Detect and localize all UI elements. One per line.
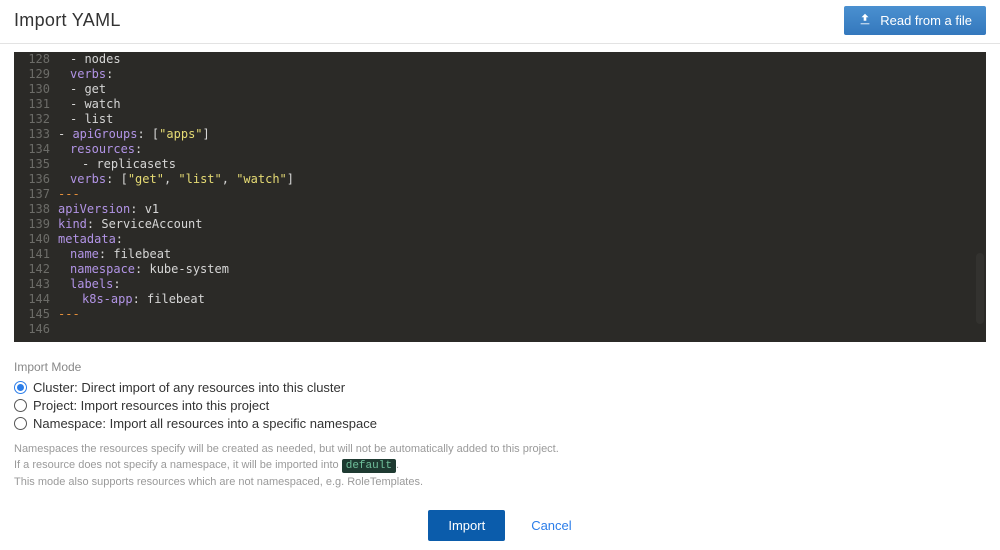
line-number: 130 bbox=[14, 82, 58, 97]
help-text: . bbox=[396, 459, 399, 471]
import-mode-option-namespace[interactable]: Namespace: Import all resources into a s… bbox=[14, 416, 986, 431]
editor-line: 143labels: bbox=[14, 277, 986, 292]
line-code: namespace: kube-system bbox=[58, 262, 986, 277]
upload-icon bbox=[858, 12, 872, 29]
line-number: 143 bbox=[14, 277, 58, 292]
line-code: - get bbox=[58, 82, 986, 97]
line-code: verbs: ["get", "list", "watch"] bbox=[58, 172, 986, 187]
line-code: k8s-app: filebeat bbox=[58, 292, 986, 307]
editor-scrollbar[interactable] bbox=[976, 56, 984, 338]
import-mode-option-project[interactable]: Project: Import resources into this proj… bbox=[14, 398, 986, 413]
radio-unchecked-icon bbox=[14, 399, 27, 412]
yaml-editor[interactable]: 128- nodes129verbs:130- get131- watch132… bbox=[14, 52, 986, 342]
editor-line: 135- replicasets bbox=[14, 157, 986, 172]
line-number: 133 bbox=[14, 127, 58, 142]
import-mode-option-label: Cluster: Direct import of any resources … bbox=[33, 380, 345, 395]
editor-line: 131- watch bbox=[14, 97, 986, 112]
help-line: This mode also supports resources which … bbox=[14, 474, 986, 490]
line-code: --- bbox=[58, 307, 986, 322]
editor-line: 130- get bbox=[14, 82, 986, 97]
editor-line: 142namespace: kube-system bbox=[14, 262, 986, 277]
line-number: 138 bbox=[14, 202, 58, 217]
line-number: 132 bbox=[14, 112, 58, 127]
import-mode-option-cluster[interactable]: Cluster: Direct import of any resources … bbox=[14, 380, 986, 395]
line-number: 135 bbox=[14, 157, 58, 172]
import-mode-section: Import Mode Cluster: Direct import of an… bbox=[0, 342, 1000, 504]
line-code: - list bbox=[58, 112, 986, 127]
editor-line: 141name: filebeat bbox=[14, 247, 986, 262]
import-mode-help: Namespaces the resources specify will be… bbox=[14, 441, 986, 490]
line-number: 142 bbox=[14, 262, 58, 277]
editor-scrollbar-thumb[interactable] bbox=[976, 253, 984, 324]
editor-line: 137--- bbox=[14, 187, 986, 202]
editor-line: 134resources: bbox=[14, 142, 986, 157]
editor-line: 144k8s-app: filebeat bbox=[14, 292, 986, 307]
line-number: 141 bbox=[14, 247, 58, 262]
line-number: 134 bbox=[14, 142, 58, 157]
page-header: Import YAML Read from a file bbox=[0, 0, 1000, 44]
line-number: 144 bbox=[14, 292, 58, 307]
page-title: Import YAML bbox=[14, 10, 121, 31]
import-mode-label: Import Mode bbox=[14, 360, 986, 374]
editor-line: 133- apiGroups: ["apps"] bbox=[14, 127, 986, 142]
editor-line: 128- nodes bbox=[14, 52, 986, 67]
line-number: 128 bbox=[14, 52, 58, 67]
line-code: name: filebeat bbox=[58, 247, 986, 262]
read-from-file-button[interactable]: Read from a file bbox=[844, 6, 986, 35]
line-code: - replicasets bbox=[58, 157, 986, 172]
help-text: If a resource does not specify a namespa… bbox=[14, 459, 342, 471]
editor-line: 145--- bbox=[14, 307, 986, 322]
editor-line: 136verbs: ["get", "list", "watch"] bbox=[14, 172, 986, 187]
radio-unchecked-icon bbox=[14, 417, 27, 430]
editor-line: 129verbs: bbox=[14, 67, 986, 82]
line-code: kind: ServiceAccount bbox=[58, 217, 986, 232]
line-number: 140 bbox=[14, 232, 58, 247]
import-mode-option-label: Namespace: Import all resources into a s… bbox=[33, 416, 377, 431]
line-code: labels: bbox=[58, 277, 986, 292]
read-from-file-label: Read from a file bbox=[880, 13, 972, 28]
import-mode-option-label: Project: Import resources into this proj… bbox=[33, 398, 269, 413]
line-number: 131 bbox=[14, 97, 58, 112]
editor-line: 140metadata: bbox=[14, 232, 986, 247]
yaml-editor-container: 128- nodes129verbs:130- get131- watch132… bbox=[14, 52, 986, 342]
line-number: 146 bbox=[14, 322, 58, 337]
editor-line: 138apiVersion: v1 bbox=[14, 202, 986, 217]
import-button[interactable]: Import bbox=[428, 510, 505, 541]
editor-line: 146 bbox=[14, 322, 986, 337]
line-code bbox=[58, 322, 986, 337]
line-code: - nodes bbox=[58, 52, 986, 67]
line-code: - watch bbox=[58, 97, 986, 112]
editor-line: 132- list bbox=[14, 112, 986, 127]
line-code: apiVersion: v1 bbox=[58, 202, 986, 217]
cancel-button[interactable]: Cancel bbox=[531, 518, 571, 533]
line-code: metadata: bbox=[58, 232, 986, 247]
line-code: --- bbox=[58, 187, 986, 202]
line-number: 136 bbox=[14, 172, 58, 187]
line-code: - apiGroups: ["apps"] bbox=[58, 127, 986, 142]
help-line: Namespaces the resources specify will be… bbox=[14, 441, 986, 457]
line-code: verbs: bbox=[58, 67, 986, 82]
line-number: 145 bbox=[14, 307, 58, 322]
line-number: 137 bbox=[14, 187, 58, 202]
editor-line: 139kind: ServiceAccount bbox=[14, 217, 986, 232]
line-number: 129 bbox=[14, 67, 58, 82]
line-number: 139 bbox=[14, 217, 58, 232]
radio-checked-icon bbox=[14, 381, 27, 394]
action-bar: Import Cancel bbox=[0, 504, 1000, 550]
line-code: resources: bbox=[58, 142, 986, 157]
default-namespace-pill: default bbox=[342, 459, 396, 473]
help-line: If a resource does not specify a namespa… bbox=[14, 457, 986, 474]
